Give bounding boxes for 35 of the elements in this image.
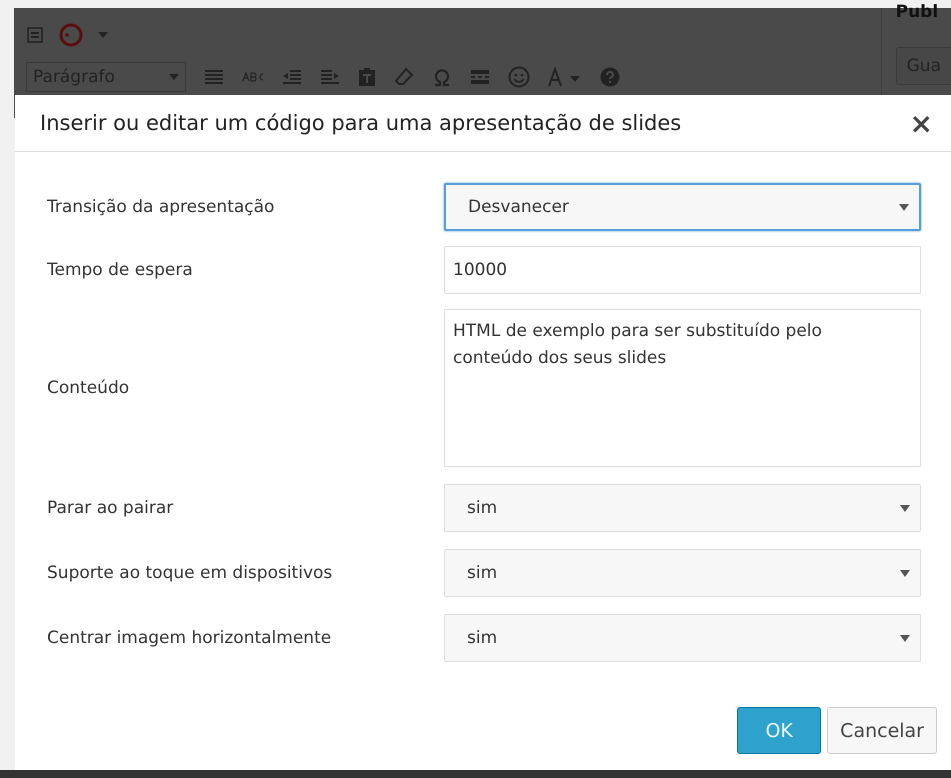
close-button[interactable]: × [910,106,933,140]
spellcheck-icon[interactable] [242,72,264,82]
select-field[interactable]: Desvanecer [444,183,921,231]
field-label: Centrar imagem horizontalmente [47,628,332,648]
caret-icon [900,634,910,642]
justify-icon[interactable] [204,69,224,85]
caret-icon [899,204,909,210]
select-field[interactable]: sim [444,484,921,532]
help-icon[interactable] [600,67,620,87]
field-label: Transição da apresentação [47,197,276,217]
text-color-icon[interactable] [548,67,582,87]
ring-icon[interactable] [58,22,84,48]
caret-icon [900,570,910,576]
cancel-button[interactable]: Cancelar [827,707,937,754]
select-field[interactable]: sim [444,549,921,597]
caret-icon[interactable] [98,31,108,39]
input-field[interactable]: 10000 [444,246,921,294]
caret-icon [900,504,910,512]
sidebar-heading: Publ [896,2,940,22]
field-label: Suporte ao toque em dispositivos [47,563,334,583]
outdent-icon[interactable] [282,69,302,85]
field-label: Conteúdo [47,378,130,398]
dialog-title: Inserir ou editar um código para uma apresentação de slides [40,111,682,135]
media-icon[interactable] [26,26,44,44]
select-field[interactable]: sim [444,614,921,662]
field-label: Parar ao pairar [47,498,174,518]
field-label: Tempo de espera [47,260,194,280]
smiley-icon[interactable] [508,66,530,88]
clipboard-icon[interactable] [358,67,376,87]
omega-icon[interactable] [432,67,452,87]
read-more-icon[interactable] [470,69,490,85]
caret-icon [169,73,179,81]
indent-icon[interactable] [320,69,340,85]
text-area[interactable]: HTML de exemplo para ser substituído pelo conteúdo dos seus slides [444,309,921,467]
eraser-icon[interactable] [394,67,414,87]
